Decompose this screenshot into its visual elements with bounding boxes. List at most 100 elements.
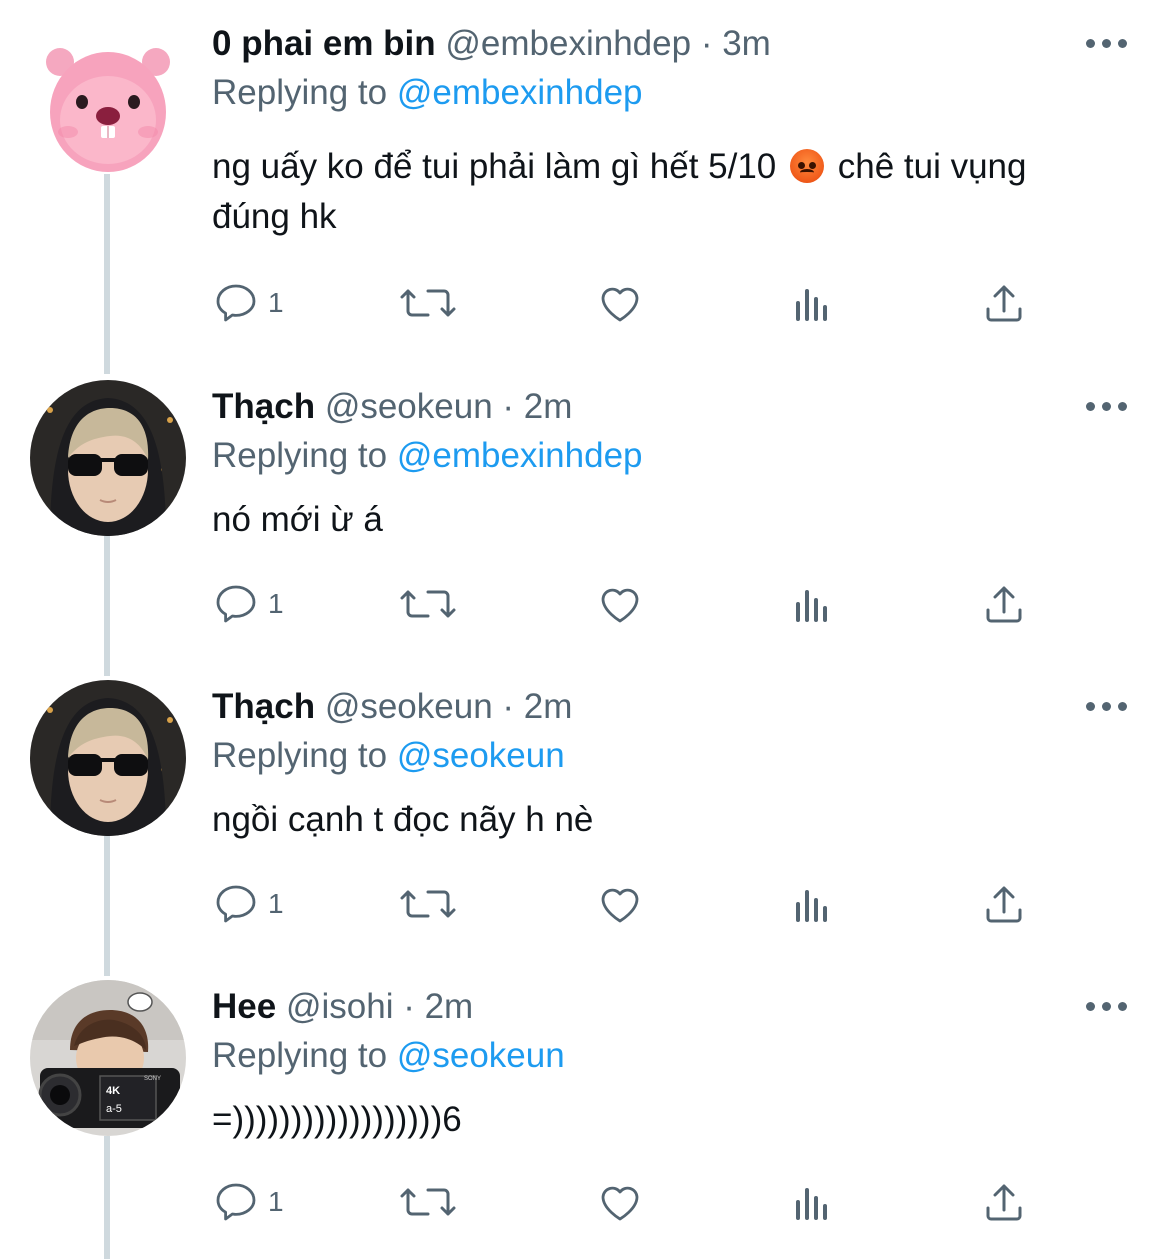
reply-button[interactable]: 1: [212, 1178, 284, 1226]
views-icon: [796, 590, 827, 622]
views-icon: [796, 289, 827, 321]
avatar[interactable]: [30, 22, 186, 178]
reply-icon: [216, 1183, 256, 1221]
views-button[interactable]: [790, 1178, 834, 1226]
mention-link[interactable]: @embexinhdep: [397, 436, 643, 475]
views-button[interactable]: [790, 580, 834, 628]
camera-person-avatar: 4K a-5 SONY: [30, 980, 186, 1136]
tweet[interactable]: 4K a-5 SONY Hee @isohi · 2m Replying to …: [0, 970, 1170, 1259]
share-icon: [986, 1184, 1022, 1221]
handle[interactable]: @seokeun: [325, 687, 493, 726]
like-icon: [601, 588, 639, 623]
handle[interactable]: @seokeun: [325, 387, 493, 426]
tweet-header: Thạch @seokeun · 2m: [212, 685, 572, 729]
views-icon: [796, 890, 827, 922]
tweet-text: nó mới ừ á: [212, 500, 383, 539]
tweet-text: ngồi cạnh t đọc nãy h nè: [212, 800, 594, 839]
replying-to: Replying to @seokeun: [212, 1034, 565, 1078]
replying-to: Replying to @seokeun: [212, 734, 565, 778]
like-button[interactable]: [596, 580, 644, 628]
tweet[interactable]: 0 phai em bin @embexinhdep · 3m Replying…: [0, 0, 1170, 370]
avatar[interactable]: 4K a-5 SONY: [30, 980, 186, 1136]
tweet-text-part: ng uấy ko để tui phải làm gì hết 5/10: [212, 147, 786, 186]
share-button[interactable]: [980, 279, 1028, 327]
share-button[interactable]: [980, 1178, 1028, 1226]
tweet[interactable]: Thạch @seokeun · 2m Replying to @embexin…: [0, 370, 1170, 670]
reply-button[interactable]: 1: [212, 580, 284, 628]
reply-icon: [216, 284, 256, 322]
avatar[interactable]: [30, 680, 186, 836]
like-icon: [601, 888, 639, 923]
more-icon[interactable]: [1086, 399, 1128, 413]
tweet-header: Hee @isohi · 2m: [212, 985, 473, 1029]
like-icon: [601, 287, 639, 322]
reply-button[interactable]: 1: [212, 279, 284, 327]
like-icon: [601, 1186, 639, 1221]
display-name[interactable]: Thạch: [212, 687, 315, 726]
replying-to: Replying to @embexinhdep: [212, 434, 643, 478]
retweet-icon: [400, 289, 456, 317]
action-bar: 1: [212, 880, 1052, 928]
camera-brand-label: SONY: [144, 1076, 161, 1082]
like-button[interactable]: [596, 279, 644, 327]
tweet-header: 0 phai em bin @embexinhdep · 3m: [212, 22, 771, 66]
reply-count: 1: [268, 287, 284, 318]
retweet-icon: [400, 1188, 456, 1216]
timestamp[interactable]: · 2m: [502, 687, 572, 726]
reply-count: 1: [268, 888, 284, 919]
replying-prefix: Replying to: [212, 436, 397, 475]
tweet-text: =))))))))))))))))))6: [212, 1100, 462, 1139]
action-bar: 1: [212, 279, 1052, 327]
retweet-button[interactable]: [398, 279, 458, 327]
tweet-header: Thạch @seokeun · 2m: [212, 385, 572, 429]
retweet-icon: [400, 590, 456, 618]
mention-link[interactable]: @embexinhdep: [397, 73, 643, 112]
mention-link[interactable]: @seokeun: [397, 1036, 565, 1075]
timestamp[interactable]: · 2m: [403, 987, 473, 1026]
display-name[interactable]: 0 phai em bin: [212, 24, 436, 63]
reply-count: 1: [268, 1186, 284, 1217]
share-icon: [986, 886, 1022, 923]
camera-model-label: a-5: [106, 1103, 122, 1115]
angry-face-emoji: [790, 149, 824, 183]
retweet-button[interactable]: [398, 880, 458, 928]
handle[interactable]: @isohi: [286, 987, 394, 1026]
reply-icon: [216, 885, 256, 923]
timestamp[interactable]: · 2m: [502, 387, 572, 426]
more-icon[interactable]: [1086, 36, 1128, 50]
display-name[interactable]: Hee: [212, 987, 276, 1026]
action-bar: 1: [212, 580, 1052, 628]
sunglasses-hoodie-avatar: [30, 680, 186, 836]
handle[interactable]: @embexinhdep: [445, 24, 691, 63]
retweet-button[interactable]: [398, 580, 458, 628]
pink-beaver-avatar: [46, 48, 170, 172]
display-name[interactable]: Thạch: [212, 387, 315, 426]
views-icon: [796, 1188, 827, 1220]
views-button[interactable]: [790, 279, 834, 327]
replying-prefix: Replying to: [212, 736, 397, 775]
like-button[interactable]: [596, 1178, 644, 1226]
retweet-button[interactable]: [398, 1178, 458, 1226]
views-button[interactable]: [790, 880, 834, 928]
retweet-icon: [400, 890, 456, 918]
action-bar: 1: [212, 1178, 1052, 1226]
share-button[interactable]: [980, 880, 1028, 928]
tweet[interactable]: Thạch @seokeun · 2m Replying to @seokeun…: [0, 670, 1170, 970]
avatar[interactable]: [30, 380, 186, 536]
reply-button[interactable]: 1: [212, 880, 284, 928]
replying-prefix: Replying to: [212, 73, 397, 112]
more-icon[interactable]: [1086, 699, 1128, 713]
mention-link[interactable]: @seokeun: [397, 736, 565, 775]
reply-count: 1: [268, 588, 284, 619]
reply-icon: [216, 585, 256, 623]
timestamp[interactable]: · 3m: [701, 24, 771, 63]
share-icon: [986, 586, 1022, 623]
more-icon[interactable]: [1086, 999, 1128, 1013]
like-button[interactable]: [596, 880, 644, 928]
share-icon: [986, 285, 1022, 322]
replying-to: Replying to @embexinhdep: [212, 71, 643, 115]
replying-prefix: Replying to: [212, 1036, 397, 1075]
share-button[interactable]: [980, 580, 1028, 628]
camera-res-label: 4K: [106, 1085, 120, 1097]
tweet-text: ng uấy ko để tui phải làm gì hết 5/10 ch…: [212, 142, 1112, 242]
